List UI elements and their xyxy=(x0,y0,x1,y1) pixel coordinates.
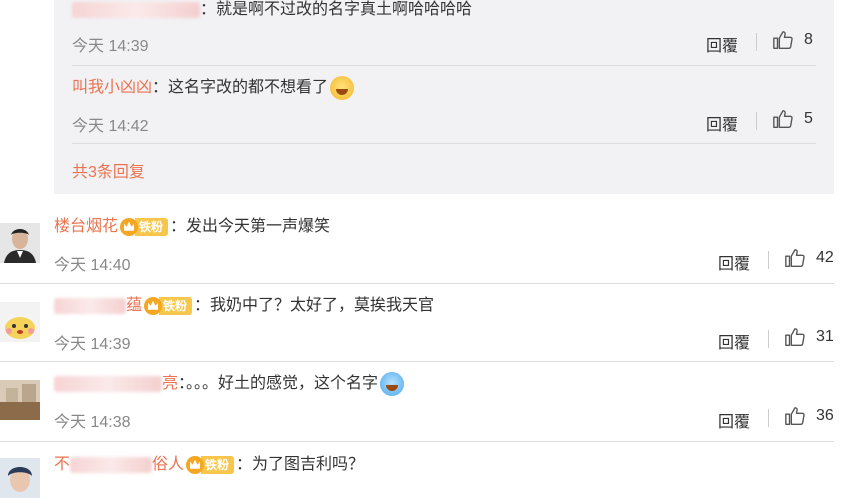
like-count: 5 xyxy=(804,110,813,127)
divider xyxy=(72,143,816,144)
thumbs-up-icon xyxy=(785,328,805,346)
comment-time: 今天 14:40 xyxy=(54,257,131,274)
like-count: 31 xyxy=(816,328,834,345)
like-count: 8 xyxy=(804,31,813,48)
blurred-username[interactable] xyxy=(54,297,126,314)
reply-username[interactable]: 叫我小凶凶 xyxy=(72,79,152,96)
comment-text: ：。。。好土的感觉，这个名字 xyxy=(178,375,379,393)
reply-button[interactable]: 回覆 xyxy=(718,250,750,274)
blurred-username[interactable] xyxy=(70,456,153,473)
avatar-image xyxy=(0,302,40,342)
reply-button[interactable]: 回覆 xyxy=(718,408,750,432)
avatar[interactable] xyxy=(0,380,40,420)
like-count: 36 xyxy=(816,407,834,424)
divider-vertical xyxy=(768,251,769,269)
comment-text: ：我奶中了？太好了，莫挨我天官 xyxy=(194,297,435,314)
divider xyxy=(0,361,834,362)
comment-username[interactable]: 亮 xyxy=(162,375,178,392)
fan-badge: 铁粉 xyxy=(144,296,193,315)
fan-badge: 铁粉 xyxy=(186,455,235,474)
thumbs-up-icon xyxy=(773,31,793,49)
view-all-replies-link[interactable]: 共3条回复 xyxy=(72,158,145,182)
thumbs-up-icon xyxy=(785,249,805,267)
divider xyxy=(0,283,834,284)
comment-time: 今天 14:39 xyxy=(54,336,131,353)
comment-time: 今天 14:38 xyxy=(54,414,131,431)
crown-icon xyxy=(120,217,139,236)
laugh-cry-emoji xyxy=(330,76,355,100)
divider-vertical xyxy=(768,409,769,427)
reply-button[interactable]: 回覆 xyxy=(706,111,738,135)
reply-text: ：这名字改的都不想看了 xyxy=(152,79,329,97)
crown-icon xyxy=(186,455,205,474)
comment-text: ：发出今天第一声爆笑 xyxy=(170,218,331,235)
reply-thread: ：就是啊不过改的名字真土啊哈哈哈哈 今天 14:39 回覆 8 叫我小凶凶：这名… xyxy=(54,0,834,194)
reply-text: ：就是啊不过改的名字真土啊哈哈哈哈 xyxy=(200,1,473,18)
divider xyxy=(0,441,834,442)
avatar[interactable] xyxy=(0,458,40,498)
reply-button[interactable]: 回覆 xyxy=(718,329,750,353)
thumbs-up-icon xyxy=(785,407,805,425)
reply-time: 今天 14:42 xyxy=(72,118,149,135)
avatar[interactable] xyxy=(0,302,40,342)
laugh-cry-emoji xyxy=(380,372,405,396)
like-button[interactable]: 5 xyxy=(772,108,813,130)
like-button[interactable]: 42 xyxy=(784,247,834,269)
reply-button[interactable]: 回覆 xyxy=(706,32,738,56)
divider-vertical xyxy=(768,330,769,348)
comment-text: ：为了图吉利吗？ xyxy=(236,456,365,473)
reply-time: 今天 14:39 xyxy=(72,38,149,55)
like-button[interactable]: 31 xyxy=(784,326,834,348)
avatar-image xyxy=(0,223,40,263)
crown-icon xyxy=(144,296,163,315)
divider-vertical xyxy=(756,33,757,51)
blurred-username[interactable] xyxy=(54,376,162,392)
divider-vertical xyxy=(756,112,757,130)
blurred-username[interactable] xyxy=(72,1,200,18)
avatar-image xyxy=(0,458,40,498)
comment-username[interactable]: 俗人 xyxy=(152,456,184,473)
comment-username[interactable]: 蕴 xyxy=(126,297,142,314)
avatar-image xyxy=(0,380,40,420)
fan-badge: 铁粉 xyxy=(120,217,169,236)
like-button[interactable]: 8 xyxy=(772,29,813,51)
avatar[interactable] xyxy=(0,223,40,263)
thumbs-up-icon xyxy=(773,110,793,128)
comment-username[interactable]: 楼台烟花 xyxy=(54,218,118,235)
like-button[interactable]: 36 xyxy=(784,405,834,427)
like-count: 42 xyxy=(816,249,834,266)
divider xyxy=(72,65,816,66)
comment-username-prefix[interactable]: 不 xyxy=(54,456,70,473)
